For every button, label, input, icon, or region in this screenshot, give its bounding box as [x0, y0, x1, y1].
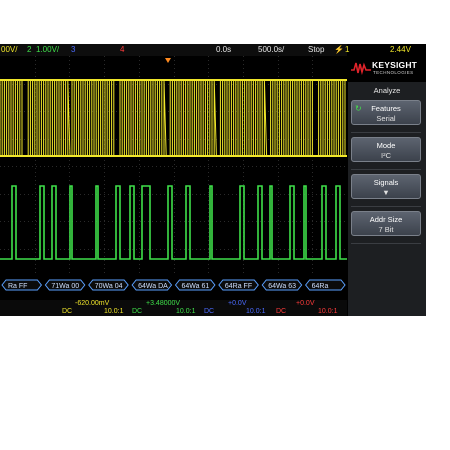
divider [351, 132, 421, 133]
brand-name: KEYSIGHT [372, 60, 418, 70]
softkey-panel: KEYSIGHT TECHNOLOGIES Analyze ↻ Features… [348, 56, 426, 316]
oscilloscope-screen: 00V/ 2 1.00V/ 3 4 0.0s 500.0s/ Stop ⚡ 1 … [0, 44, 426, 316]
ch3-coupling: DC [204, 308, 215, 315]
status-bar: 00V/ 2 1.00V/ 3 4 0.0s 500.0s/ Stop ⚡ 1 [0, 44, 350, 56]
ch2-waveform [0, 185, 347, 260]
decode-label: 70Wa 04 [95, 283, 123, 290]
keysight-wave-icon [351, 62, 371, 75]
ch3-probe: 10.0:1 [246, 308, 266, 315]
ch1-waveform [0, 79, 347, 157]
softkey-label: Features [371, 104, 401, 113]
divider [351, 206, 421, 207]
run-state: Stop [308, 45, 325, 54]
trigger-position-marker[interactable] [165, 58, 171, 63]
ch2-scale[interactable]: 1.00V/ [36, 44, 59, 56]
mode-softkey[interactable]: Mode I²C [351, 137, 421, 162]
ch1-coupling: DC [62, 308, 73, 315]
decode-label: 64Ra [312, 283, 329, 290]
ch1-probe: 10.0:1 [104, 308, 124, 315]
ch3-offset: +0.0V [228, 300, 247, 307]
ch3-number[interactable]: 3 [71, 44, 75, 56]
ch4-probe: 10.0:1 [318, 308, 338, 315]
ch2-probe: 10.0:1 [176, 308, 196, 315]
keysight-logo: KEYSIGHT TECHNOLOGIES [348, 56, 426, 82]
ch2-number[interactable]: 2 [27, 44, 31, 56]
delay-readout: 0.0s [216, 45, 232, 54]
divider [351, 169, 421, 170]
decode-label: 64Wa 63 [268, 283, 296, 290]
trigger-level: 2.44V [390, 45, 411, 54]
softkey-value: I²C [381, 151, 391, 160]
ch2-trace [0, 185, 347, 260]
decode-label: 64Ra FF [225, 283, 252, 290]
softkey-label: Mode [376, 141, 396, 150]
decode-label: Ra FF [8, 283, 27, 290]
ch1-scale[interactable]: 00V/ [1, 44, 17, 56]
channel-readout: -620.00mV +3.48000V +0.0V +0.0V DC 10.0:… [0, 300, 347, 316]
signals-softkey[interactable]: Signals ▼ [351, 174, 421, 199]
ch2-offset: +3.48000V [146, 300, 181, 307]
ch4-number[interactable]: 4 [120, 44, 124, 56]
decode-label: 71Wa 00 [51, 283, 79, 290]
timebase-readout: 500.0s/ [258, 45, 285, 54]
menu-title: Analyze [373, 86, 401, 95]
ch4-coupling: DC [276, 308, 287, 315]
chevron-down-icon: ▼ [382, 188, 390, 197]
waveform-canvas: Ra FF 71Wa 00 70Wa 04 64Wa DA 64Wa 61 64Ra FF… [0, 56, 347, 291]
addr-size-softkey[interactable]: Addr Size 7 Bit [351, 211, 421, 236]
features-softkey[interactable]: ↻ Features Serial [351, 100, 421, 125]
softkey-value: 7 Bit [378, 225, 394, 234]
divider [351, 243, 421, 244]
trigger-channel: 1 [345, 45, 350, 54]
softkey-value: Serial [376, 114, 396, 123]
decode-label: 64Wa DA [138, 283, 168, 290]
brand-subtitle: TECHNOLOGIES [373, 70, 414, 75]
serial-decode-bus: Ra FF 71Wa 00 70Wa 04 64Wa DA 64Wa 61 64Ra FF… [1, 279, 346, 291]
softkey-label: Addr Size [369, 215, 403, 224]
softkey-label: Signals [373, 178, 399, 187]
decode-label: 64Wa 61 [182, 283, 210, 290]
ch4-offset: +0.0V [296, 300, 315, 307]
ch1-trace [0, 79, 346, 157]
trigger-edge-icon: ⚡ [334, 45, 344, 54]
ch1-offset: -620.00mV [75, 300, 110, 307]
ch2-coupling: DC [132, 308, 143, 315]
waveform-display: Ra FF 71Wa 00 70Wa 04 64Wa DA 64Wa 61 64Ra FF… [0, 56, 347, 300]
